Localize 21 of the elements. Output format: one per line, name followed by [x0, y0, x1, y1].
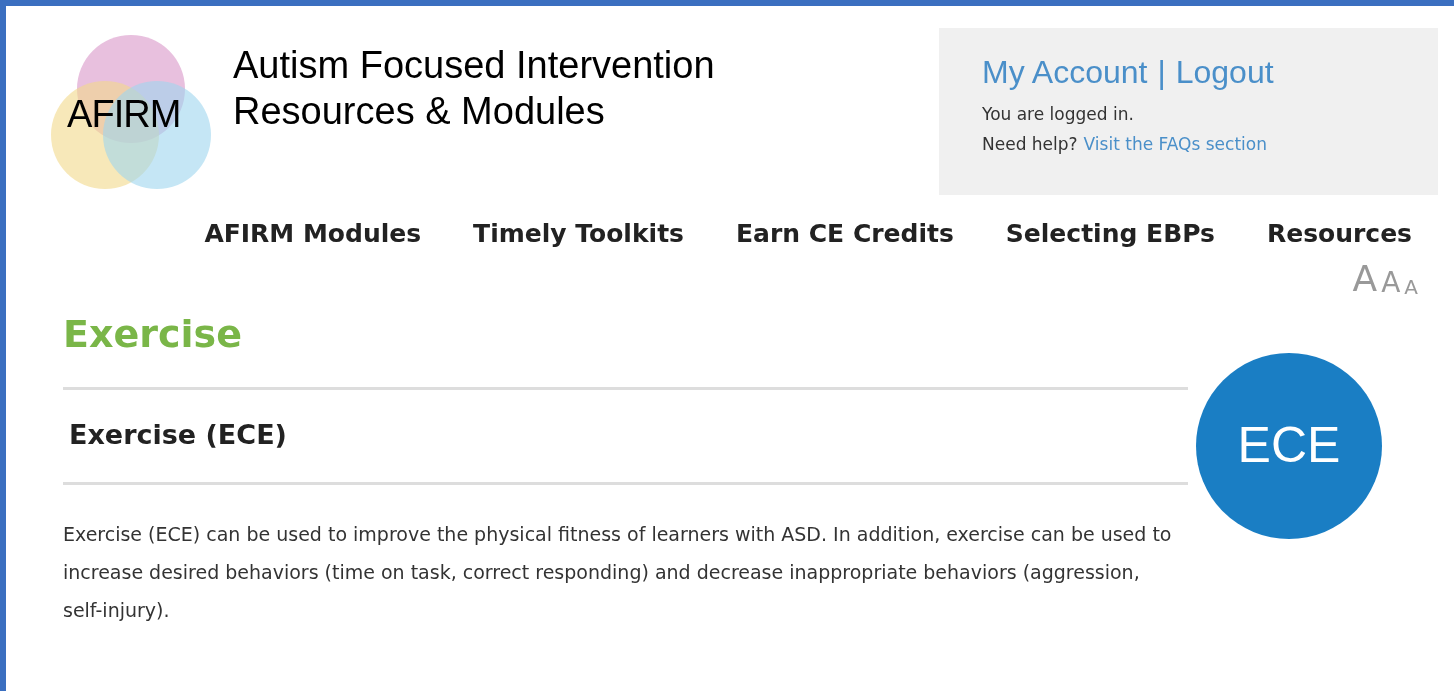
nav-link[interactable]: Resources: [1266, 215, 1412, 253]
page-title: Exercise: [63, 310, 243, 358]
faq-link[interactable]: Visit the FAQs section: [1083, 131, 1267, 157]
font-size-button[interactable]: A: [1352, 260, 1378, 297]
section-heading: Exercise (ECE): [69, 418, 287, 453]
site-title: Resources & Modules: [233, 88, 606, 134]
login-status: You are logged in.: [982, 103, 1135, 126]
practice-badge: ECE: [1196, 352, 1382, 539]
font-size-button[interactable]: A: [1381, 268, 1401, 297]
separator: |: [1157, 53, 1166, 92]
logout-link[interactable]: Logout: [1175, 50, 1274, 94]
nav-link[interactable]: Timely Toolkits: [473, 215, 684, 253]
font-size-button[interactable]: A: [1404, 276, 1418, 297]
nav-link[interactable]: Selecting EBPs: [1005, 215, 1215, 253]
nav-link[interactable]: AFIRM Modules: [204, 215, 422, 253]
help-text: Need help?: [982, 132, 1078, 156]
site-title: Autism Focused Intervention: [233, 42, 715, 88]
account-link[interactable]: My Account: [982, 50, 1148, 94]
logo-text: AFIRM: [67, 94, 181, 133]
description: Exercise (ECE) can be used to improve the physical fitness of learners with ASD. In addition, exercise can be used to increase desired behaviors (time on task, correct responding) and decrease inappropriate behaviors (aggression, self-injury).: [62, 521, 1173, 623]
nav-link[interactable]: Earn CE Credits: [736, 215, 954, 253]
